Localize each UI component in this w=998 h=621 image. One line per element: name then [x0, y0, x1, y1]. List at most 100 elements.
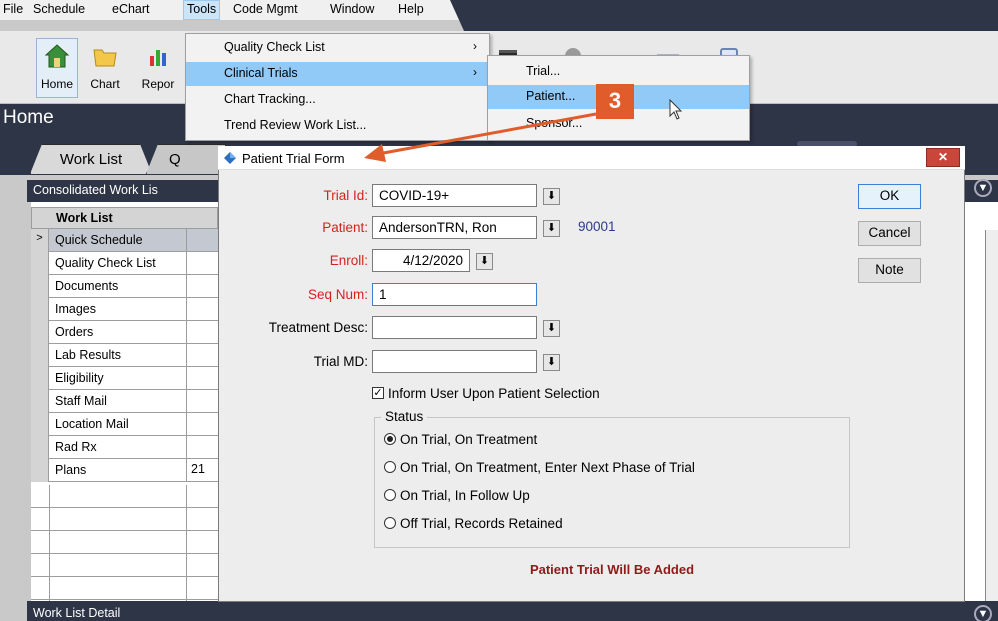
- row-indicator: [31, 436, 49, 459]
- row-count: [186, 275, 218, 298]
- dialog-title: Patient Trial Form: [242, 151, 345, 166]
- enroll-label: Enroll:: [329, 253, 368, 268]
- row-label: Orders: [55, 325, 94, 339]
- seq-num-label: Seq Num:: [307, 287, 368, 302]
- row-indicator: [31, 298, 49, 321]
- menu-help[interactable]: Help: [398, 2, 424, 16]
- table-row[interactable]: Documents: [31, 275, 218, 298]
- enroll-input[interactable]: 4/12/2020: [372, 249, 470, 272]
- note-button[interactable]: Note: [858, 258, 921, 283]
- row-count: [186, 229, 218, 252]
- menubar-dark-area: [450, 0, 998, 31]
- app-window: File Schedule eChart Tools Code Mgmt Win…: [0, 0, 998, 621]
- table-row[interactable]: Rad Rx: [31, 436, 218, 459]
- row-label: Plans: [55, 463, 87, 477]
- table-row[interactable]: Lab Results: [31, 344, 218, 367]
- detail-collapse-icon[interactable]: ▼: [974, 605, 992, 621]
- menu-item-quality-check-list[interactable]: Quality Check List ›: [186, 36, 489, 60]
- table-row[interactable]: Plans 21: [31, 459, 218, 482]
- home-label: Home: [40, 77, 73, 91]
- row-indicator: >: [31, 229, 49, 252]
- treatment-desc-input[interactable]: [372, 316, 537, 339]
- inform-checkbox[interactable]: ✓: [372, 387, 384, 399]
- row-count: [186, 413, 218, 436]
- table-row[interactable]: Images: [31, 298, 218, 321]
- home-icon: [44, 44, 70, 68]
- row-label: Quality Check List: [55, 256, 156, 270]
- reports-button[interactable]: Repor: [134, 38, 182, 98]
- menu-schedule[interactable]: Schedule: [33, 2, 85, 16]
- detail-panel-title: Work List Detail: [33, 606, 121, 620]
- worklist-panel-title: Consolidated Work Lis: [33, 183, 158, 197]
- row-indicator: [31, 459, 49, 482]
- radio-label: Off Trial, Records Retained: [400, 516, 563, 531]
- home-button[interactable]: Home: [36, 38, 78, 98]
- chevron-right-icon: ›: [473, 65, 477, 79]
- submenu-item-trial[interactable]: Trial...: [488, 60, 749, 84]
- radio-icon[interactable]: [384, 461, 396, 473]
- menu-item-label: Quality Check List: [224, 40, 325, 54]
- row-count: [186, 298, 218, 321]
- trial-md-label: Trial MD:: [313, 354, 368, 369]
- menu-item-label: Clinical Trials: [224, 66, 298, 80]
- treatment-desc-dropdown-icon[interactable]: ⬇: [543, 320, 560, 337]
- tab-work-list[interactable]: Work List: [30, 144, 152, 174]
- worklist-column-header[interactable]: Work List: [31, 207, 218, 229]
- menu-echart[interactable]: eChart: [112, 2, 150, 16]
- radio-in-follow-up[interactable]: On Trial, In Follow Up: [384, 488, 530, 503]
- chart-button[interactable]: Chart: [80, 38, 130, 98]
- detail-panel-header: [27, 601, 998, 621]
- radio-on-trial-on-treatment[interactable]: On Trial, On Treatment: [384, 432, 537, 447]
- trial-id-input[interactable]: COVID-19+: [372, 184, 537, 207]
- status-label: Status: [381, 409, 428, 424]
- empty-grid-rows: [31, 485, 218, 601]
- collapse-icon[interactable]: ▼: [974, 179, 992, 197]
- seq-num-input[interactable]: 1: [372, 283, 537, 306]
- table-row[interactable]: Orders: [31, 321, 218, 344]
- table-row[interactable]: Quality Check List: [31, 252, 218, 275]
- cancel-button[interactable]: Cancel: [858, 221, 921, 246]
- table-row[interactable]: Location Mail: [31, 413, 218, 436]
- table-row[interactable]: Eligibility: [31, 367, 218, 390]
- radio-icon[interactable]: [384, 489, 396, 501]
- treatment-desc-label: Treatment Desc:: [268, 320, 368, 335]
- row-count: [186, 344, 218, 367]
- radio-icon[interactable]: [384, 517, 396, 529]
- radio-selected-icon[interactable]: [384, 433, 396, 445]
- scrollbar[interactable]: [985, 230, 998, 601]
- menu-code-mgmt[interactable]: Code Mgmt: [233, 2, 298, 16]
- row-indicator: [31, 390, 49, 413]
- enroll-dropdown-icon[interactable]: ⬇: [476, 253, 493, 270]
- patient-dropdown-icon[interactable]: ⬇: [543, 220, 560, 237]
- trial-md-dropdown-icon[interactable]: ⬇: [543, 354, 560, 371]
- row-indicator: [31, 275, 49, 298]
- row-indicator: [31, 252, 49, 275]
- close-icon[interactable]: ✕: [926, 148, 960, 167]
- grid-line-v2: [186, 485, 187, 601]
- row-count: [186, 321, 218, 344]
- row-label: Documents: [55, 279, 119, 293]
- patient-input[interactable]: AndersonTRN, Ron: [372, 216, 537, 239]
- row-count: [186, 367, 218, 390]
- annotation-arrow-icon: [364, 112, 597, 162]
- row-label: Location Mail: [55, 417, 129, 431]
- grid-line-v1: [49, 485, 50, 601]
- table-row[interactable]: Staff Mail: [31, 390, 218, 413]
- row-count: 21: [186, 459, 218, 482]
- menu-window[interactable]: Window: [330, 2, 374, 16]
- trial-md-input[interactable]: [372, 350, 537, 373]
- table-row[interactable]: > Quick Schedule: [31, 229, 218, 252]
- tab-q[interactable]: Q: [146, 144, 226, 174]
- row-count: [186, 390, 218, 413]
- ok-button[interactable]: OK: [858, 184, 921, 209]
- menu-item-clinical-trials[interactable]: Clinical Trials ›: [186, 62, 489, 86]
- radio-label: On Trial, In Follow Up: [400, 488, 530, 503]
- trial-id-dropdown-icon[interactable]: ⬇: [543, 188, 560, 205]
- radio-label: On Trial, On Treatment, Enter Next Phase…: [400, 460, 695, 475]
- radio-next-phase[interactable]: On Trial, On Treatment, Enter Next Phase…: [384, 460, 695, 475]
- menu-file[interactable]: File: [3, 2, 23, 16]
- menu-tools[interactable]: Tools: [183, 0, 221, 20]
- row-count: [186, 436, 218, 459]
- radio-off-trial[interactable]: Off Trial, Records Retained: [384, 516, 563, 531]
- row-label: Rad Rx: [55, 440, 97, 454]
